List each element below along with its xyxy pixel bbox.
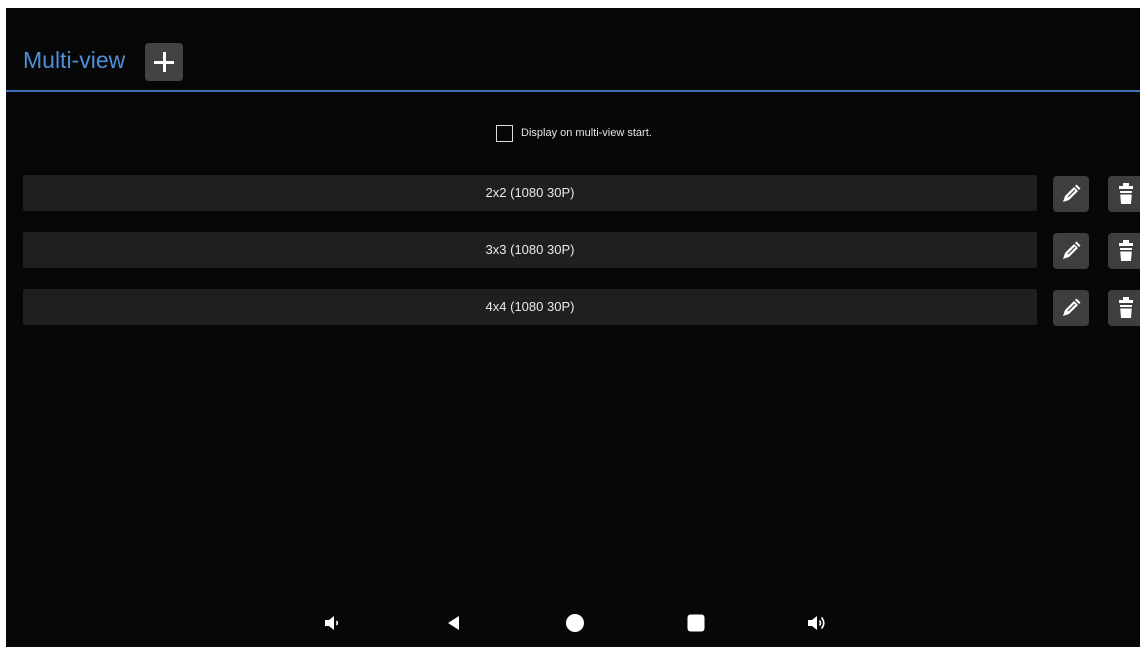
delete-layout-button[interactable] bbox=[1108, 176, 1140, 212]
volume-up-button[interactable] bbox=[805, 611, 829, 635]
volume-down-icon bbox=[325, 616, 339, 630]
pencil-icon bbox=[1063, 298, 1081, 316]
back-button[interactable] bbox=[442, 611, 466, 635]
back-icon bbox=[448, 616, 459, 630]
edit-layout-button[interactable] bbox=[1053, 176, 1089, 212]
display-on-start-option[interactable]: Display on multi-view start. bbox=[496, 123, 652, 143]
display-on-start-label: Display on multi-view start. bbox=[521, 127, 652, 139]
display-on-start-checkbox[interactable] bbox=[496, 124, 513, 142]
edit-layout-button[interactable] bbox=[1053, 290, 1089, 326]
header: Multi-view bbox=[6, 8, 1140, 90]
pencil-icon bbox=[1063, 241, 1081, 259]
system-navigation-bar bbox=[6, 603, 1140, 647]
layout-item-3x3[interactable]: 3x3 (1080 30P) bbox=[23, 232, 1037, 268]
recents-icon bbox=[687, 614, 705, 632]
delete-layout-button[interactable] bbox=[1108, 290, 1140, 326]
trash-icon bbox=[1119, 240, 1133, 261]
header-divider bbox=[6, 90, 1140, 92]
pencil-icon bbox=[1063, 184, 1081, 202]
recents-button[interactable] bbox=[684, 611, 708, 635]
home-button[interactable] bbox=[563, 611, 587, 635]
delete-layout-button[interactable] bbox=[1108, 233, 1140, 269]
volume-up-icon bbox=[808, 616, 825, 630]
layout-item-2x2[interactable]: 2x2 (1080 30P) bbox=[23, 175, 1037, 211]
trash-icon bbox=[1119, 183, 1133, 204]
volume-down-button[interactable] bbox=[320, 611, 344, 635]
edit-layout-button[interactable] bbox=[1053, 233, 1089, 269]
add-layout-button[interactable] bbox=[145, 43, 183, 81]
page-title: Multi-view bbox=[23, 47, 126, 73]
trash-icon bbox=[1119, 297, 1133, 318]
multi-view-screen: Multi-view Display on multi-view start. … bbox=[6, 8, 1140, 647]
home-icon bbox=[566, 614, 584, 632]
layout-item-4x4[interactable]: 4x4 (1080 30P) bbox=[23, 289, 1037, 325]
